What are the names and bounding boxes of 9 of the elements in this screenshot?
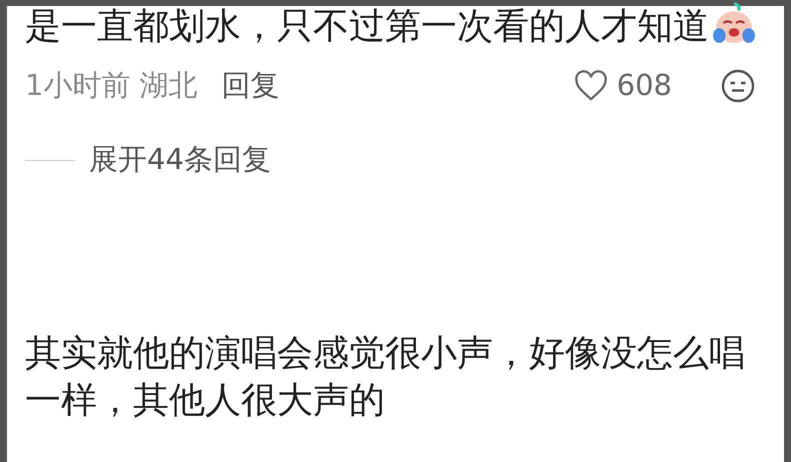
comment-text: 其实就他的演唱会感觉很小声，好像没怎么唱一样，其他人很大声的 (25, 332, 746, 423)
heart-icon[interactable] (572, 70, 609, 102)
face-icon[interactable] (720, 68, 756, 104)
comment-meta: 1小时前 湖北 (25, 67, 198, 104)
expand-replies-link[interactable]: 展开44条回复 (89, 138, 271, 182)
comment-text: 是一直都划水，只不过第一次看的人才知道 (25, 2, 764, 50)
crying-emoji-icon (713, 2, 755, 46)
like-count: 608 (616, 67, 672, 104)
reply-link[interactable]: 回复 (222, 64, 280, 108)
